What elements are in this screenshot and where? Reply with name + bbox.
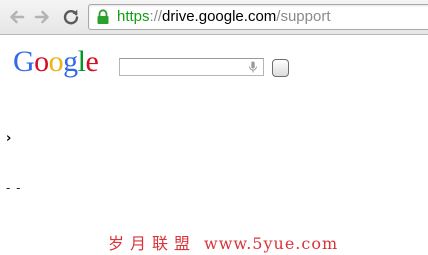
reload-icon[interactable]	[62, 8, 80, 26]
search-input[interactable]	[119, 58, 264, 76]
logo-letter: g	[63, 45, 78, 78]
watermark: 岁月联盟 www.5yue.com	[108, 234, 338, 254]
url-text: https://drive.google.com/support	[117, 8, 330, 26]
url-path: /support	[276, 8, 331, 25]
url-host: drive.google.com	[162, 8, 277, 25]
logo-letter: G	[13, 45, 35, 78]
browser-toolbar: https://drive.google.com/support	[0, 0, 428, 35]
logo-letter: e	[85, 45, 99, 78]
page-content: Google › - - 岁月联盟 www.5yue.com	[0, 35, 428, 255]
watermark-chinese: 岁月联盟	[108, 234, 197, 253]
forward-arrow-icon[interactable]	[33, 8, 51, 26]
back-arrow-icon[interactable]	[8, 8, 26, 26]
url-scheme: https	[117, 8, 150, 25]
chevron-right-icon[interactable]: ›	[6, 132, 11, 146]
google-logo[interactable]: Google	[13, 45, 99, 79]
lock-icon	[97, 9, 109, 24]
logo-letter: o	[48, 45, 64, 78]
search-button[interactable]	[272, 59, 289, 77]
logo-letter: l	[77, 45, 86, 78]
logo-letter: o	[34, 45, 49, 78]
microphone-icon[interactable]	[248, 61, 258, 73]
dash-text: - -	[6, 181, 22, 195]
address-bar[interactable]: https://drive.google.com/support	[88, 4, 428, 30]
watermark-url: www.5yue.com	[204, 234, 339, 253]
url-separator: ://	[149, 8, 163, 25]
